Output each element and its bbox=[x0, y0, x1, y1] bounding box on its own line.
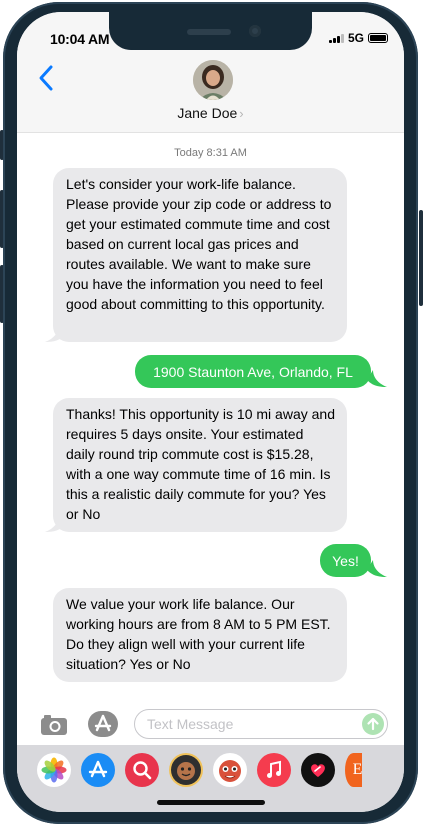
message-bubble-outgoing[interactable]: Yes! bbox=[320, 544, 371, 577]
etsy-app-label: E bbox=[352, 761, 362, 778]
phone-frame: Jane Doe › 10:04 AM 5G Today 8:31 AM Let'… bbox=[3, 2, 418, 824]
message-bubble-incoming[interactable]: Thanks! This opportunity is 10 mi away a… bbox=[53, 398, 347, 532]
app-row: E bbox=[37, 753, 362, 787]
timestamp-day: Today bbox=[174, 147, 204, 159]
chevron-left-icon[interactable] bbox=[37, 64, 57, 92]
music-app-icon[interactable] bbox=[257, 753, 291, 787]
chevron-right-icon: › bbox=[239, 106, 244, 121]
contact-name-label: Jane Doe bbox=[177, 105, 238, 121]
message-bubble-incoming[interactable]: We value your work life balance. Our wor… bbox=[53, 588, 347, 682]
image-search-app-icon[interactable] bbox=[125, 753, 159, 787]
app-store-icon[interactable] bbox=[87, 710, 119, 738]
home-indicator[interactable] bbox=[157, 800, 265, 805]
avatar[interactable] bbox=[193, 60, 233, 100]
contact-name[interactable]: Jane Doe › bbox=[17, 105, 404, 121]
message-bubble-outgoing[interactable]: 1900 Staunton Ave, Orlando, FL bbox=[135, 355, 371, 388]
message-input[interactable] bbox=[147, 716, 347, 732]
message-bubble-incoming[interactable]: Let's consider your work-life balance. P… bbox=[53, 168, 347, 342]
photos-app-icon[interactable] bbox=[37, 753, 71, 787]
timestamp-time: 8:31 AM bbox=[206, 147, 247, 159]
notch bbox=[109, 12, 312, 50]
messages-screen: Jane Doe › 10:04 AM 5G Today 8:31 AM Let'… bbox=[17, 12, 404, 812]
signal-icon bbox=[328, 33, 344, 43]
digital-touch-app-icon[interactable] bbox=[301, 753, 335, 787]
message-input-field[interactable] bbox=[134, 709, 388, 739]
animoji-app-icon[interactable] bbox=[213, 753, 247, 787]
camera-icon[interactable] bbox=[39, 712, 69, 736]
status-indicators: 5G bbox=[328, 31, 388, 45]
message-composer bbox=[17, 709, 404, 741]
message-timestamp: Today 8:31 AM bbox=[17, 147, 404, 159]
etsy-app-icon[interactable]: E bbox=[345, 753, 362, 787]
battery-icon bbox=[368, 33, 388, 43]
power-button bbox=[419, 210, 423, 306]
speaker-grille bbox=[187, 29, 231, 35]
send-arrow-icon[interactable] bbox=[362, 713, 384, 735]
app-store-app-icon[interactable] bbox=[81, 753, 115, 787]
status-time: 10:04 AM bbox=[50, 31, 110, 47]
network-label: 5G bbox=[347, 31, 364, 45]
memoji-app-icon[interactable] bbox=[169, 753, 203, 787]
front-camera bbox=[249, 25, 261, 37]
